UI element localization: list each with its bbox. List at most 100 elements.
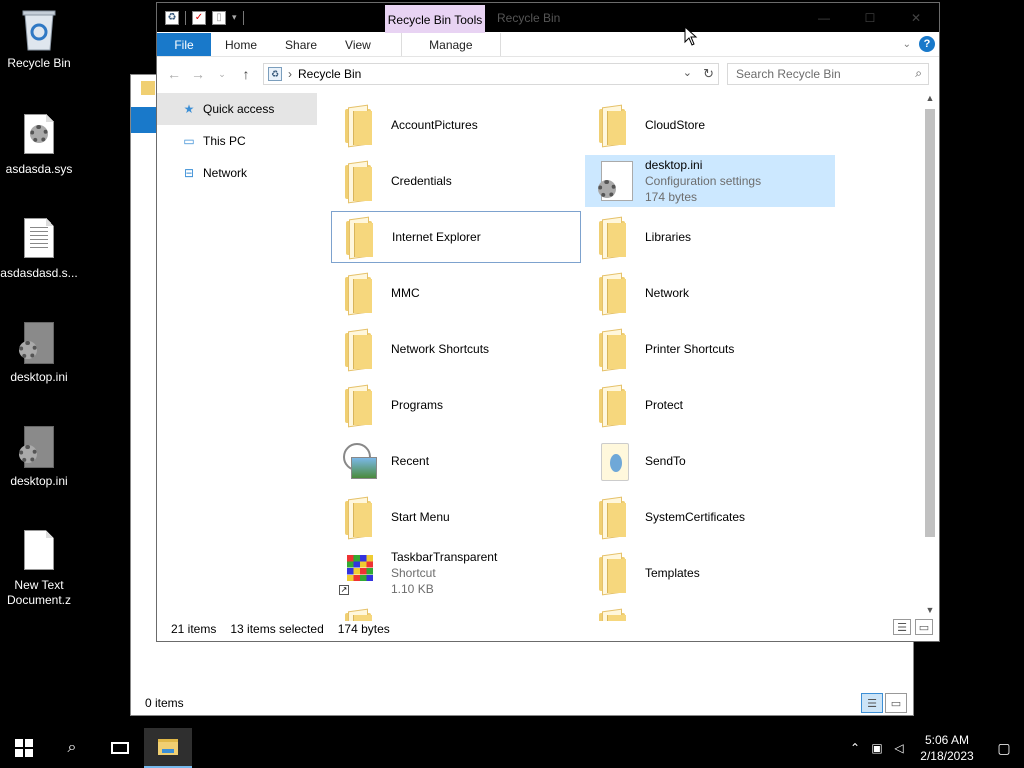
scroll-up-icon[interactable]: ▲ (923, 93, 937, 107)
task-view-button[interactable] (96, 728, 144, 768)
vertical-scrollbar[interactable]: ▲ ▼ (923, 93, 937, 619)
blank-file-icon (19, 530, 59, 574)
nav-item-this-pc[interactable]: ▭ This PC (157, 125, 317, 157)
address-path[interactable]: Recycle Bin (298, 67, 361, 81)
clock-time: 5:06 AM (924, 733, 970, 747)
search-placeholder[interactable]: Search Recycle Bin (736, 67, 841, 81)
explorer-window[interactable]: ♻ ✓ ▯ ▾ Recycle Bin Tools Recycle Bin — … (156, 2, 940, 642)
file-type: Shortcut (391, 566, 436, 580)
properties-icon[interactable]: ✓ (192, 10, 206, 25)
window-icon[interactable]: ♻ (165, 10, 179, 25)
window-title: Recycle Bin (497, 11, 561, 25)
file-item-taskbartransparent[interactable]: ↗ TaskbarTransparent Shortcut 1.10 KB (331, 547, 581, 599)
file-item-credentials[interactable]: Credentials (331, 155, 581, 207)
windows-logo-icon (15, 739, 33, 757)
desktop-icon-asdasda-sys[interactable]: asdasda.sys (0, 114, 78, 177)
desktop-icon-desktop-ini-2[interactable]: desktop.ini (0, 426, 78, 489)
view-buttons: ☰ ▭ (893, 619, 933, 635)
clock[interactable]: 5:06 AM 2/18/2023 (910, 732, 984, 764)
folder-icon (599, 333, 626, 369)
new-folder-icon[interactable]: ▯ (212, 10, 226, 25)
details-view-icon[interactable]: ☰ (893, 619, 911, 635)
notifications-icon[interactable]: ▢ (984, 740, 1024, 757)
search-box[interactable]: Search Recycle Bin ⌕ (727, 63, 929, 85)
file-item-desktop-ini[interactable]: desktop.ini Configuration settings 174 b… (585, 155, 835, 207)
folder-icon (345, 333, 372, 369)
clock-date: 2/18/2023 (920, 749, 974, 763)
nav-item-label: Quick access (203, 102, 275, 116)
network-status-icon[interactable]: ▣ (866, 741, 888, 755)
file-item-cloudstore[interactable]: CloudStore (585, 99, 835, 151)
file-item-network[interactable]: Network (585, 267, 835, 319)
details-view-icon[interactable]: ☰ (861, 693, 883, 713)
file-item-protect[interactable]: Protect (585, 379, 835, 431)
folder-icon (345, 109, 372, 145)
nav-item-quick-access[interactable]: ★ Quick access (157, 93, 317, 125)
back-icon[interactable]: ← (165, 66, 183, 82)
customize-dropdown-icon[interactable]: ▾ (232, 12, 237, 23)
system-tray: ⌃ ▣ ◁ 5:06 AM 2/18/2023 ▢ (844, 728, 1024, 768)
folder-icon (599, 277, 626, 313)
expand-ribbon-icon[interactable]: ⌄ (903, 39, 911, 50)
volume-muted-icon[interactable]: ◁ (888, 741, 910, 755)
file-item-templates[interactable]: Templates (585, 547, 835, 599)
desktop-icon-label: asdasda.sys (5, 162, 73, 176)
file-item-systemcertificates[interactable]: SystemCertificates (585, 491, 835, 543)
file-name: MMC (391, 286, 420, 300)
desktop-icon-asdasdasd[interactable]: asdasdasd.s... (0, 218, 78, 281)
desktop-icon-recycle-bin[interactable]: Recycle Bin (0, 8, 78, 71)
show-hidden-icons-icon[interactable]: ⌃ (844, 741, 866, 755)
recycle-bin-icon (19, 8, 59, 52)
tab-view[interactable]: View (331, 33, 385, 56)
recent-locations-icon[interactable]: ⌄ (213, 69, 231, 80)
file-size: 1.10 KB (391, 582, 434, 596)
file-item-accountpictures[interactable]: AccountPictures (331, 99, 581, 151)
scrollbar-thumb[interactable] (925, 109, 935, 537)
file-item-printer-shortcuts[interactable]: Printer Shortcuts (585, 323, 835, 375)
file-item-internet-explorer[interactable]: Internet Explorer (331, 211, 581, 263)
navigation-pane: ★ Quick access ▭ This PC ⊟ Network (157, 93, 317, 609)
tab-file[interactable]: File (157, 33, 211, 56)
refresh-icon[interactable]: ↻ (703, 66, 714, 82)
recycle-bin-tools-tab[interactable]: Recycle Bin Tools (385, 5, 485, 35)
file-item-network-shortcuts[interactable]: Network Shortcuts (331, 323, 581, 375)
file-name: Recent (391, 454, 430, 468)
search-button[interactable]: ⌕ (48, 728, 96, 768)
tab-manage[interactable]: Manage (400, 33, 501, 56)
file-item-sendto[interactable]: SendTo (585, 435, 835, 487)
up-icon[interactable]: ↑ (237, 66, 255, 82)
address-bar[interactable]: ♻ › Recycle Bin ⌄ ↻ (263, 63, 719, 85)
large-icons-view-icon[interactable]: ▭ (915, 619, 933, 635)
search-icon[interactable]: ⌕ (915, 66, 922, 81)
file-name: Network (645, 286, 690, 300)
title-bar[interactable]: ♻ ✓ ▯ ▾ Recycle Bin Tools Recycle Bin — … (157, 3, 939, 35)
minimize-icon[interactable]: — (801, 3, 847, 33)
file-explorer-taskbar-button[interactable] (144, 728, 192, 768)
task-view-icon (111, 742, 129, 754)
help-icon[interactable]: ? (919, 36, 935, 52)
start-button[interactable] (0, 728, 48, 768)
file-item-libraries[interactable]: Libraries (585, 211, 835, 263)
file-item-start-menu[interactable]: Start Menu (331, 491, 581, 543)
toolbar-separator (185, 10, 186, 25)
address-dropdown-icon[interactable]: ⌄ (683, 66, 692, 79)
folder-icon (599, 557, 626, 593)
config-file-icon (19, 322, 59, 366)
config-file-icon (19, 426, 59, 470)
background-file-tab[interactable] (131, 107, 159, 133)
desktop-icon-new-text-document[interactable]: New Text Document.z (0, 530, 78, 608)
ribbon-right-controls: ⌄ ? (903, 36, 935, 52)
file-item-programs[interactable]: Programs (331, 379, 581, 431)
file-item-mmc[interactable]: MMC (331, 267, 581, 319)
tab-home[interactable]: Home (211, 33, 271, 56)
forward-icon[interactable]: → (189, 66, 207, 82)
close-icon[interactable]: ✕ (893, 3, 939, 33)
file-type: Configuration settings (645, 174, 762, 188)
nav-item-network[interactable]: ⊟ Network (157, 157, 317, 189)
file-item-recent[interactable]: Recent (331, 435, 581, 487)
breadcrumb-chevron-icon[interactable]: › (288, 67, 292, 81)
tab-share[interactable]: Share (271, 33, 331, 56)
desktop-icon-desktop-ini-1[interactable]: desktop.ini (0, 322, 78, 385)
large-icons-view-icon[interactable]: ▭ (885, 693, 907, 713)
maximize-icon[interactable]: ☐ (847, 3, 893, 33)
